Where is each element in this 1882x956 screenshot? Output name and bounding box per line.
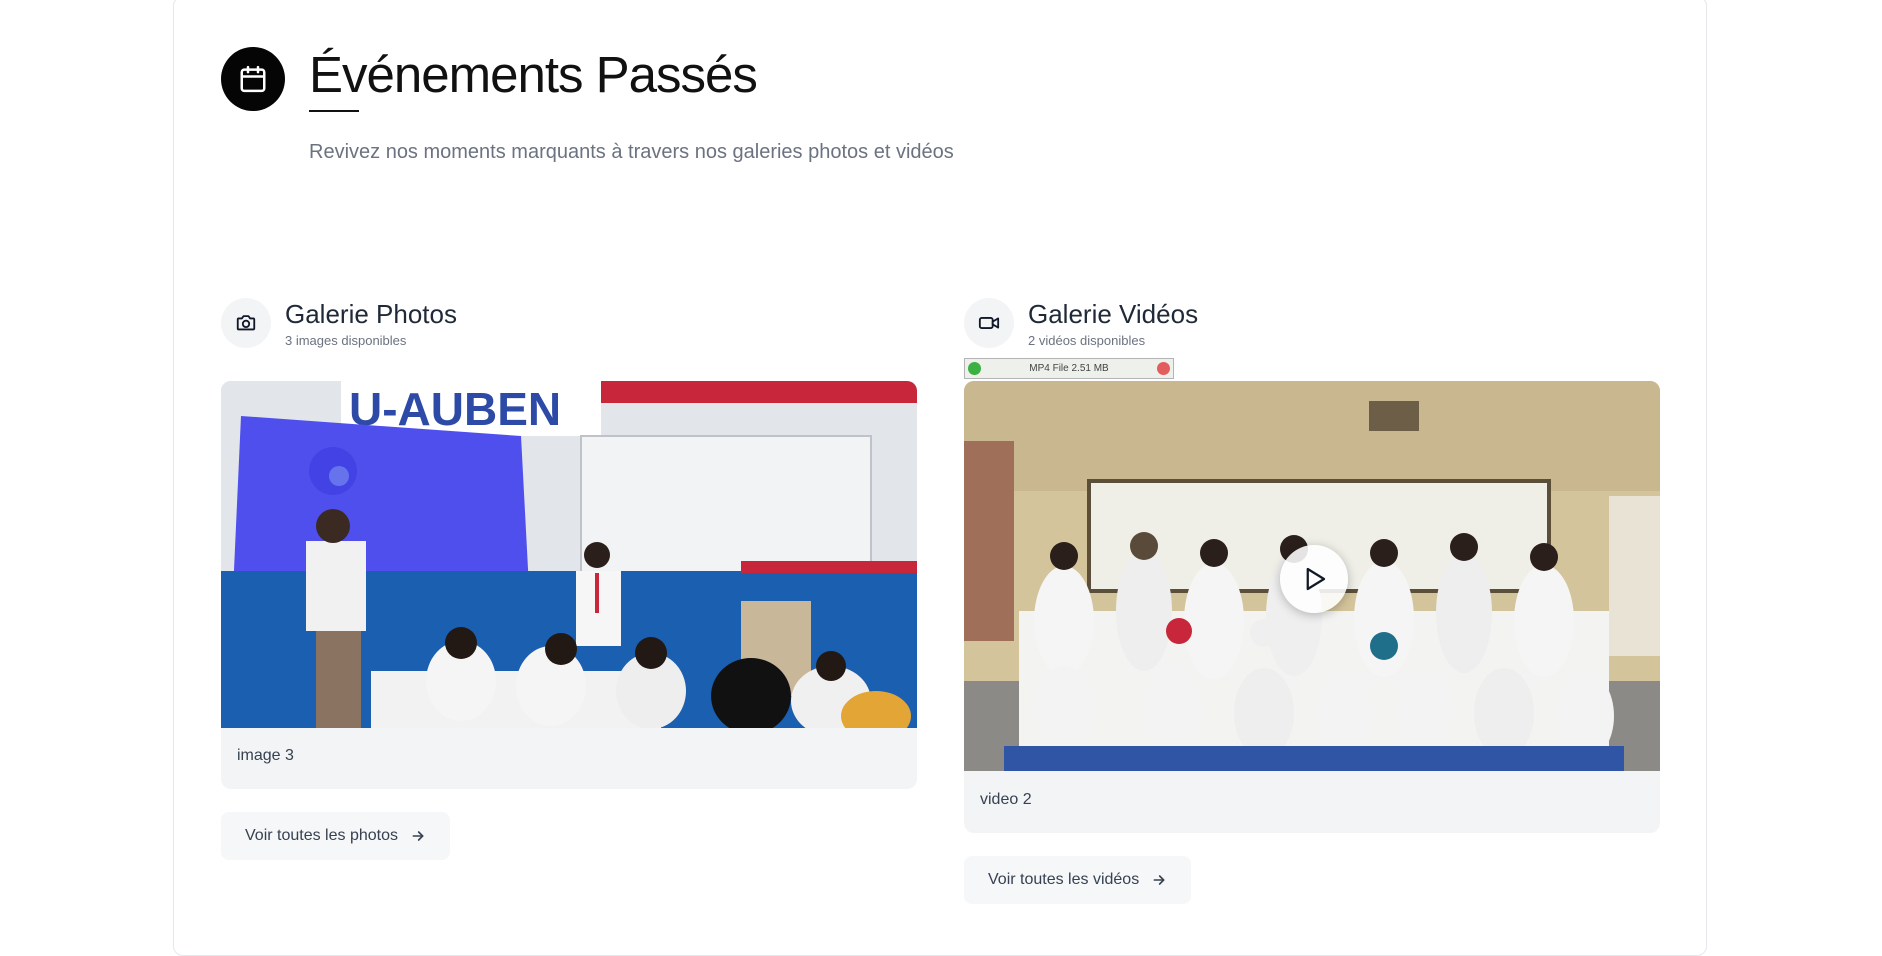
page-title: Événements Passés [309, 46, 758, 103]
video-caption: video 2 [980, 791, 1032, 808]
video-icon [978, 317, 1000, 329]
play-icon [1306, 567, 1326, 591]
view-all-videos-label: Voir toutes les vidéos [988, 871, 1140, 888]
videos-section-icon-badge [964, 298, 1014, 348]
arrow-right-icon [410, 828, 426, 844]
calendar-icon-badge [221, 47, 285, 111]
download-icon[interactable] [968, 362, 981, 375]
photos-section-title: Galerie Photos [285, 299, 457, 329]
videos-section-title: Galerie Vidéos [1028, 299, 1199, 329]
video-thumbnail[interactable] [964, 381, 1660, 771]
download-file-badge[interactable]: MP4 File 2.51 MB [964, 358, 1174, 379]
photos-count: 3 images disponibles [285, 333, 407, 348]
play-button[interactable] [1280, 545, 1348, 613]
photo-thumbnail[interactable]: U-AUBEN [221, 381, 917, 728]
file-badge-label: MP4 File 2.51 MB [1029, 363, 1109, 374]
video-card[interactable]: video 2 [964, 381, 1660, 833]
arrow-right-icon [1151, 872, 1167, 888]
close-icon[interactable] [1156, 362, 1170, 375]
page-subtitle: Revivez nos moments marquants à travers … [309, 141, 954, 163]
title-underline [309, 110, 359, 112]
videos-count: 2 vidéos disponibles [1028, 333, 1146, 348]
camera-icon [236, 315, 256, 331]
calendar-icon [240, 65, 266, 93]
view-all-videos-button[interactable]: Voir toutes les vidéos [964, 856, 1192, 904]
photos-section-icon-badge [221, 298, 271, 348]
photo-caption: image 3 [237, 747, 294, 764]
photo-card[interactable]: U-AUBEN image 3 [221, 381, 917, 789]
view-all-photos-label: Voir toutes les photos [245, 827, 398, 844]
view-all-photos-button[interactable]: Voir toutes les photos [221, 812, 450, 860]
classroom-photo: U-AUBEN [221, 381, 917, 728]
